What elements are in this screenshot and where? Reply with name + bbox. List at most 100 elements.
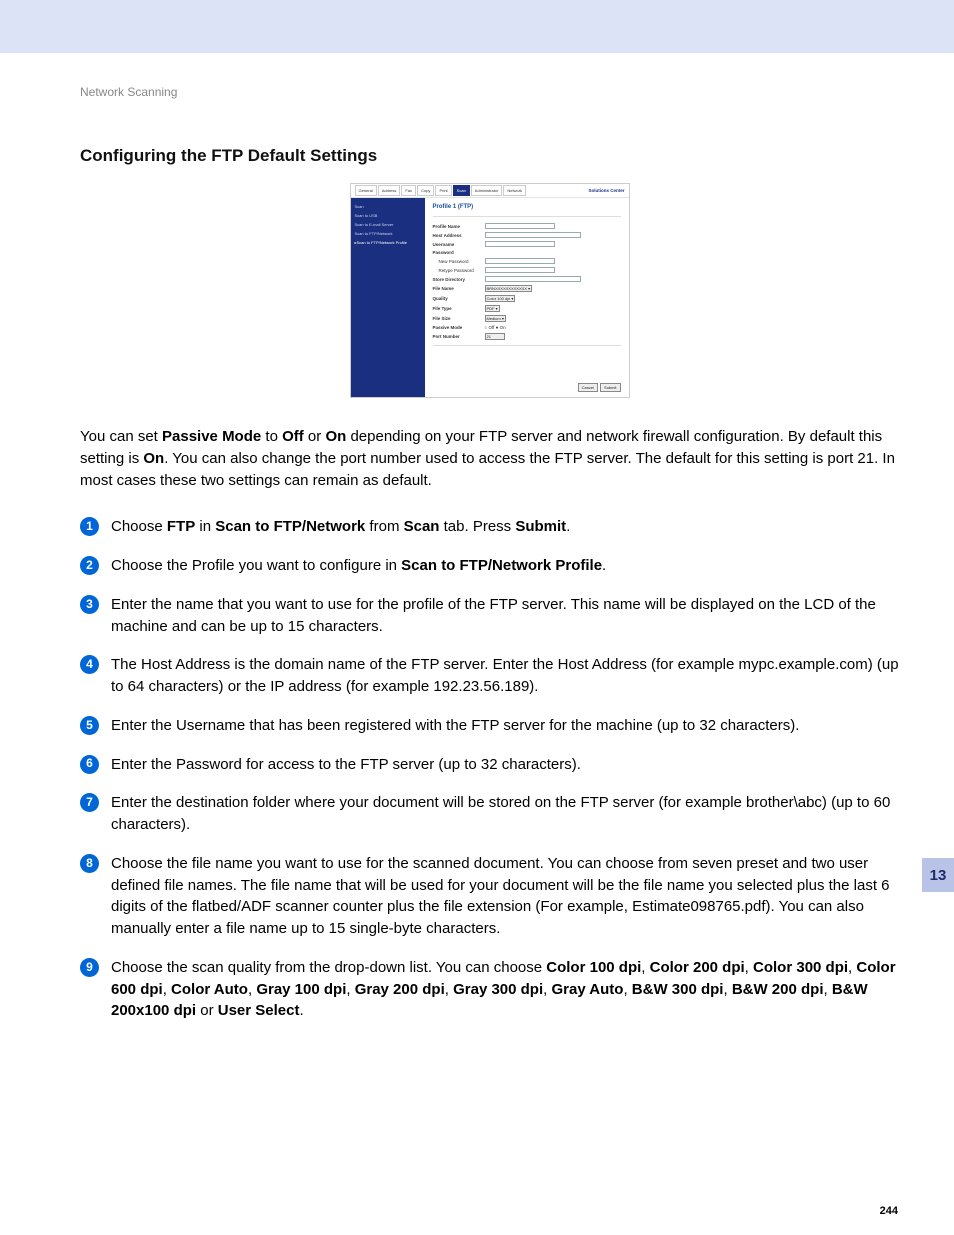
ss-field-label: Quality <box>433 296 485 301</box>
ss-field-label: Store Directory <box>433 277 485 282</box>
text-bold: Passive Mode <box>162 428 261 445</box>
step-7: 7 Enter the destination folder where you… <box>80 792 899 836</box>
text: . <box>602 557 606 574</box>
page-number: 244 <box>880 1205 898 1217</box>
text-bold: FTP <box>167 518 195 535</box>
ss-select: PDF ▾ <box>485 305 500 312</box>
ss-field-label: File Name <box>433 286 485 291</box>
ss-tab-active: Scan <box>453 185 470 196</box>
ss-side-item: Scan <box>351 202 425 211</box>
text: or <box>304 428 326 445</box>
step-4: 4 The Host Address is the domain name of… <box>80 654 899 698</box>
step-bullet: 5 <box>80 716 99 735</box>
ss-tabs: General Address Fax Copy Print Scan Admi… <box>355 185 527 196</box>
ss-field-label: Port Number <box>433 334 485 339</box>
step-body: Choose FTP in Scan to FTP/Network from S… <box>111 516 899 538</box>
ss-input <box>485 276 581 282</box>
ss-field-label: Host Address <box>433 233 485 238</box>
step-body: Choose the file name you want to use for… <box>111 853 899 940</box>
ss-field-label: Profile Name <box>433 224 485 229</box>
text-bold: Scan <box>404 518 440 535</box>
text-bold: B&W 300 dpi <box>632 981 724 998</box>
step-3: 3 Enter the name that you want to use fo… <box>80 594 899 638</box>
ss-logo: Solutions Center <box>588 188 624 193</box>
embedded-screenshot: General Address Fax Copy Print Scan Admi… <box>350 183 630 398</box>
text-bold: Gray 300 dpi <box>453 981 543 998</box>
ss-input-small: 21 <box>485 333 505 340</box>
chapter-tab: 13 <box>922 858 954 892</box>
text-bold: Scan to FTP/Network <box>215 518 365 535</box>
ss-tab: Administrator <box>471 185 503 196</box>
ss-input <box>485 241 555 247</box>
step-bullet: 3 <box>80 595 99 614</box>
step-body: Enter the destination folder where your … <box>111 792 899 836</box>
text-bold: Scan to FTP/Network Profile <box>401 557 602 574</box>
step-body: Enter the Password for access to the FTP… <box>111 754 899 776</box>
ss-field-label: File Type <box>433 306 485 311</box>
text-bold: Gray 200 dpi <box>355 981 445 998</box>
step-bullet: 7 <box>80 793 99 812</box>
ss-field-label: Password <box>433 250 485 255</box>
ss-side-item-active: ▸Scan to FTP/Network Profile <box>351 238 425 247</box>
ss-cancel-button: Cancel <box>578 383 598 392</box>
text-bold: Off <box>282 428 304 445</box>
ss-input <box>485 258 555 264</box>
text: Choose <box>111 518 167 535</box>
text: . You can also change the port number us… <box>80 450 895 489</box>
ss-radio-group: ○ Off ● On <box>485 325 506 330</box>
text: in <box>195 518 215 535</box>
ss-field-label: File Size <box>433 316 485 321</box>
page-content: Network Scanning Configuring the FTP Def… <box>0 55 954 1022</box>
ss-side-item: Scan to USB <box>351 211 425 220</box>
step-body: Choose the Profile you want to configure… <box>111 555 899 577</box>
text-bold: Submit <box>515 518 566 535</box>
ss-tab: Fax <box>401 185 416 196</box>
ss-field-label: Username <box>433 242 485 247</box>
ss-side-item: Scan to FTP/Network <box>351 229 425 238</box>
text: . <box>566 518 570 535</box>
text-bold: Color Auto <box>171 981 248 998</box>
ss-field-label: New Password <box>433 259 485 264</box>
ss-tab: Print <box>435 185 451 196</box>
text-bold: On <box>325 428 346 445</box>
ss-main: Profile 1 (FTP) Profile Name Host Addres… <box>425 198 629 397</box>
ss-field-label: Retype Password <box>433 268 485 273</box>
ss-body: Scan Scan to USB Scan to E-mail Server S… <box>351 198 629 397</box>
steps-list: 1 Choose FTP in Scan to FTP/Network from… <box>80 516 899 1022</box>
breadcrumb: Network Scanning <box>80 85 899 99</box>
ss-select: BRNXXXXXXXXXXXX ▾ <box>485 285 533 292</box>
ss-input <box>485 267 555 273</box>
step-bullet: 4 <box>80 655 99 674</box>
ss-header: General Address Fax Copy Print Scan Admi… <box>351 184 629 198</box>
step-body: Enter the name that you want to use for … <box>111 594 899 638</box>
text-bold: Color 100 dpi <box>546 959 641 976</box>
ss-input <box>485 223 555 229</box>
text-bold: Gray 100 dpi <box>256 981 346 998</box>
text-bold: Color 300 dpi <box>753 959 848 976</box>
ss-tab: General <box>355 185 377 196</box>
step-bullet: 6 <box>80 755 99 774</box>
ss-side-item: Scan to E-mail Server <box>351 220 425 229</box>
step-5: 5 Enter the Username that has been regis… <box>80 715 899 737</box>
top-bar <box>0 0 954 55</box>
ss-panel-title: Profile 1 (FTP) <box>433 204 621 210</box>
step-2: 2 Choose the Profile you want to configu… <box>80 555 899 577</box>
text-bold: User Select <box>218 1002 300 1019</box>
ss-tab: Network <box>503 185 526 196</box>
step-9: 9 Choose the scan quality from the drop-… <box>80 957 899 1022</box>
ss-input <box>485 232 581 238</box>
step-bullet: 8 <box>80 854 99 873</box>
ss-submit-button: Submit <box>600 383 620 392</box>
text: tab. Press <box>439 518 515 535</box>
text: from <box>365 518 403 535</box>
page-heading: Configuring the FTP Default Settings <box>80 146 899 166</box>
ss-field-label: Passive Mode <box>433 325 485 330</box>
step-bullet: 1 <box>80 517 99 536</box>
step-8: 8 Choose the file name you want to use f… <box>80 853 899 940</box>
ss-tab: Address <box>378 185 401 196</box>
step-body: Enter the Username that has been registe… <box>111 715 899 737</box>
step-body: The Host Address is the domain name of t… <box>111 654 899 698</box>
text: to <box>261 428 282 445</box>
step-bullet: 2 <box>80 556 99 575</box>
text-bold: B&W 200 dpi <box>732 981 824 998</box>
